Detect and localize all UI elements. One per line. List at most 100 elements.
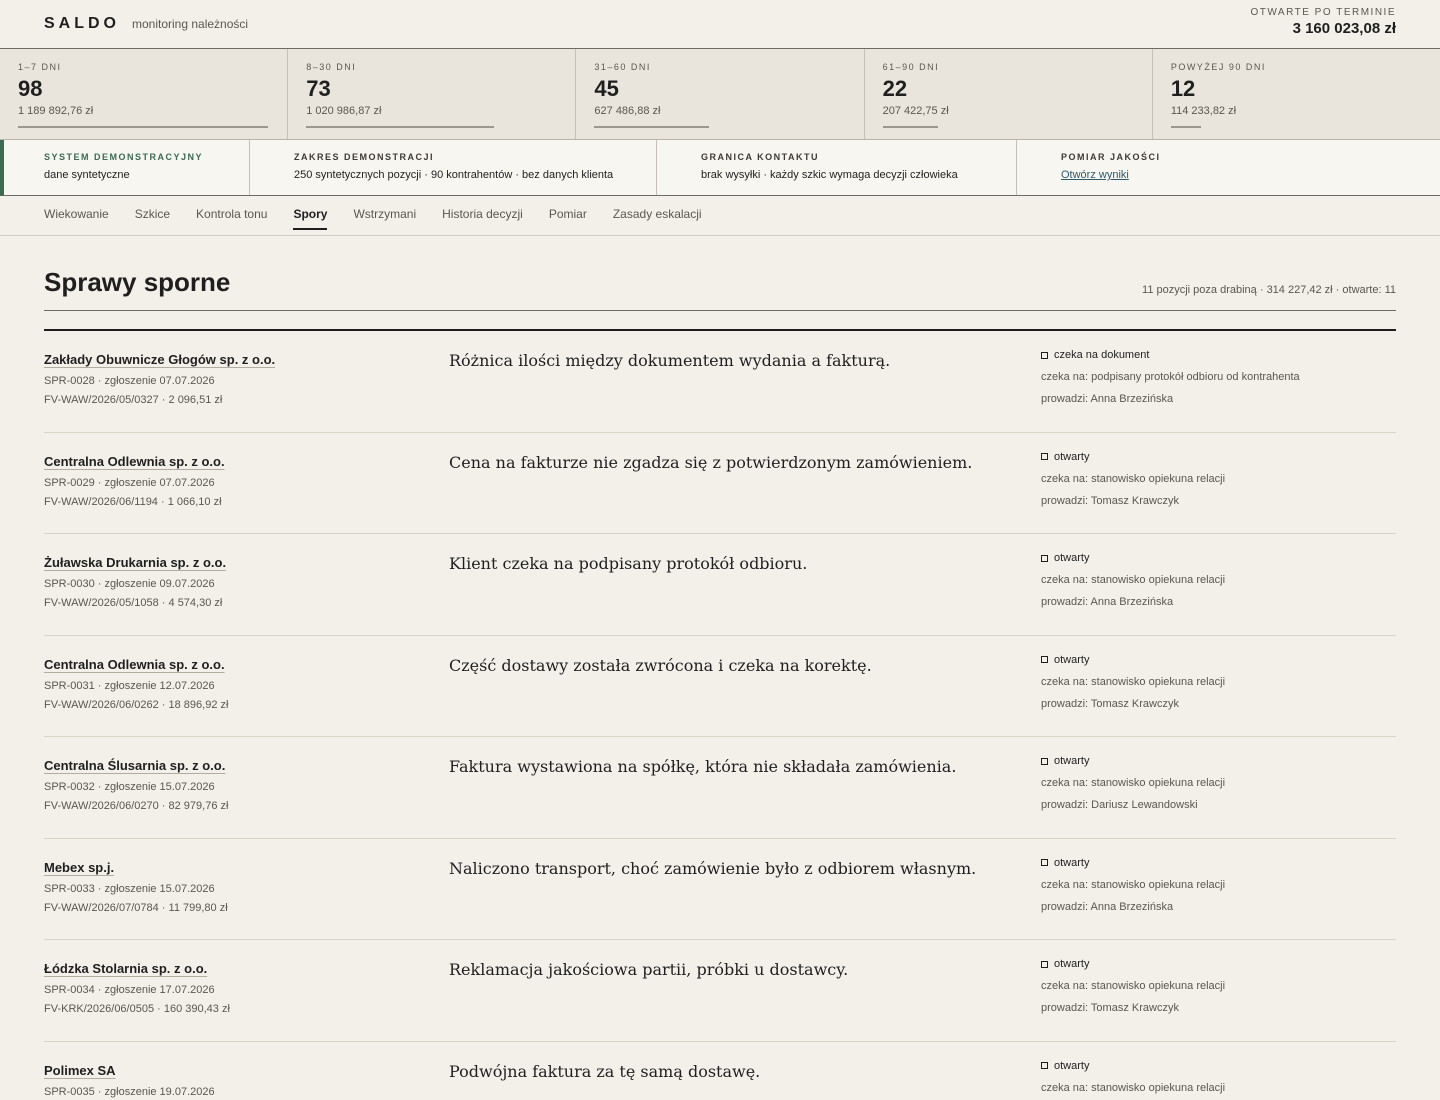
info-label: SYSTEM DEMONSTRACYJNY [44, 152, 204, 162]
status-square-icon [1041, 960, 1048, 968]
tab-kontrola-tonu[interactable]: Kontrola tonu [196, 196, 267, 230]
bucket-8-30[interactable]: 8–30 DNI 73 1 020 986,87 zł [288, 49, 577, 139]
case-company-link[interactable]: Łódzka Stolarnia sp. z o.o. [44, 961, 207, 976]
tab-historia-decyzji[interactable]: Historia decyzji [442, 196, 523, 230]
page-title: Sprawy sporne [44, 267, 231, 297]
info-label: GRANICA KONTAKTU [701, 152, 819, 162]
tab-pomiar[interactable]: Pomiar [549, 196, 587, 230]
bucket-61-90[interactable]: 61–90 DNI 22 207 422,75 zł [865, 49, 1153, 139]
case-status: otwarty [1041, 654, 1401, 666]
case-meta: SPR-0029 · zgłoszenie 07.07.2026 [44, 476, 215, 489]
case-status: otwarty [1041, 755, 1401, 767]
status-square-icon [1041, 757, 1048, 765]
case-invoice: FV-WAW/2026/05/1058 · 4 574,30 zł [44, 597, 223, 609]
case-status-label: otwarty [1054, 653, 1090, 666]
bucket-over-90[interactable]: POWYŻEJ 90 DNI 12 114 233,82 zł [1153, 49, 1440, 139]
case-meta: SPR-0032 · zgłoszenie 15.07.2026 [44, 781, 215, 793]
case-waits: czeka na: stanowisko opiekuna relacji [1041, 472, 1226, 485]
case-info: Centralna Odlewnia sp. z o.o. SPR-0031 ·… [44, 656, 424, 711]
case-description: Część dostawy została zwrócona i czeka n… [449, 655, 872, 675]
case-status-label: otwarty [1054, 552, 1090, 564]
case-company-link[interactable]: Mebex sp.j. [44, 860, 114, 875]
case-info: Łódzka Stolarnia sp. z o.o. SPR-0034 · z… [44, 960, 424, 1015]
case-row: Polimex SA SPR-0035 · zgłoszenie 19.07.2… [44, 1042, 1396, 1100]
case-invoice: FV-WAW/2026/07/0784 · 11 799,80 zł [44, 901, 228, 914]
case-meta: SPR-0030 · zgłoszenie 09.07.2026 [44, 578, 215, 590]
bucket-bar [882, 126, 938, 128]
status-square-icon [1041, 1062, 1048, 1069]
case-info: Mebex sp.j. SPR-0033 · zgłoszenie 15.07.… [44, 859, 424, 914]
case-status-label: otwarty [1054, 755, 1090, 767]
case-meta: SPR-0035 · zgłoszenie 19.07.2026 [44, 1085, 215, 1098]
overdue-total: OTWARTE PO TERMINIE 3 160 023,08 zł [1250, 7, 1396, 37]
bucket-amount: 114 233,82 zł [1170, 105, 1237, 117]
top-bar: SALDO monitoring należności OTWARTE PO T… [0, 0, 1440, 49]
case-company-link[interactable]: Centralna Odlewnia sp. z o.o. [44, 454, 225, 469]
info-scope: ZAKRES DEMONSTRACJI 250 syntetycznych po… [250, 140, 657, 195]
case-company-link[interactable]: Zakłady Obuwnicze Głogów sp. z o.o. [44, 352, 275, 367]
aging-buckets: 1–7 DNI 98 1 189 892,76 zł 8–30 DNI 73 1… [0, 49, 1440, 140]
overdue-value: 3 160 023,08 zł [1292, 20, 1396, 37]
case-row: Łódzka Stolarnia sp. z o.o. SPR-0034 · z… [44, 940, 1396, 1042]
case-meta: SPR-0034 · zgłoszenie 17.07.2026 [44, 984, 215, 996]
case-owner: prowadzi: Anna Brzezińska [1041, 393, 1174, 405]
case-waits: czeka na: stanowisko opiekuna relacji [1041, 878, 1226, 891]
case-owner: prowadzi: Anna Brzezińska [1041, 596, 1174, 608]
brand-subtitle: monitoring należności [132, 17, 249, 31]
case-meta: SPR-0028 · zgłoszenie 07.07.2026 [44, 375, 215, 387]
case-owner: prowadzi: Dariusz Lewandowski [1041, 799, 1198, 811]
case-status-block: otwarty czeka na: stanowisko opiekuna re… [1041, 451, 1401, 507]
case-waits: czeka na: podpisany protokół odbioru od … [1041, 371, 1300, 383]
case-row: Centralna Odlewnia sp. z o.o. SPR-0031 ·… [44, 636, 1396, 737]
status-square-icon [1041, 656, 1048, 663]
case-status: otwarty [1041, 857, 1401, 869]
case-row: Centralna Odlewnia sp. z o.o. SPR-0029 ·… [44, 433, 1396, 534]
tab-wstrzymani[interactable]: Wstrzymani [353, 196, 416, 230]
bucket-amount: 1 020 986,87 zł [306, 105, 382, 117]
case-status-block: otwarty czeka na: stanowisko opiekuna re… [1041, 958, 1401, 1014]
info-contact: GRANICA KONTAKTU brak wysyłki · każdy sz… [657, 140, 1017, 195]
case-waits: czeka na: stanowisko opiekuna relacji [1041, 980, 1226, 992]
bucket-bar [1170, 126, 1201, 128]
info-quality: POMIAR JAKOŚCI Otwórz wyniki [1017, 140, 1440, 195]
tab-szkice[interactable]: Szkice [135, 196, 170, 230]
case-description: Reklamacja jakościowa partii, próbki u d… [449, 960, 849, 979]
bucket-label: POWYŻEJ 90 DNI [1170, 62, 1266, 72]
bucket-count: 22 [882, 76, 908, 101]
case-info: Zakłady Obuwnicze Głogów sp. z o.o. SPR-… [44, 351, 424, 406]
case-company-link[interactable]: Centralna Odlewnia sp. z o.o. [44, 657, 225, 672]
case-status-block: otwarty czeka na: stanowisko opiekuna re… [1041, 755, 1401, 811]
case-status-label: otwarty [1054, 1059, 1090, 1072]
bucket-bar [306, 126, 495, 128]
case-info: Żuławska Drukarnia sp. z o.o. SPR-0030 ·… [44, 554, 424, 609]
bucket-1-7[interactable]: 1–7 DNI 98 1 189 892,76 zł [0, 49, 289, 139]
case-status-label: otwarty [1054, 450, 1090, 463]
case-owner: prowadzi: Tomasz Krawczyk [1041, 1002, 1179, 1014]
case-owner: prowadzi: Tomasz Krawczyk [1041, 697, 1179, 710]
tab-spory[interactable]: Spory [293, 196, 328, 230]
info-value: 250 syntetycznych pozycji · 90 kontrahen… [294, 169, 614, 181]
main-content: Sprawy sporne 11 pozycji poza drabiną · … [0, 267, 1440, 1100]
case-description: Faktura wystawiona na spółkę, która nie … [449, 757, 957, 776]
status-square-icon [1041, 453, 1048, 460]
case-description: Cena na fakturze nie zgadza się z potwie… [449, 452, 973, 472]
info-value: dane syntetyczne [44, 169, 130, 181]
info-strip: SYSTEM DEMONSTRACYJNY dane syntetyczne Z… [0, 140, 1440, 196]
status-square-icon [1041, 554, 1048, 562]
case-company-link[interactable]: Polimex SA [44, 1063, 116, 1078]
status-square-icon [1041, 859, 1048, 866]
bucket-31-60[interactable]: 31–60 DNI 45 627 486,88 zł [576, 49, 865, 139]
case-invoice: FV-KRK/2026/06/0505 · 160 390,43 zł [44, 1003, 230, 1015]
case-invoice: FV-WAW/2026/06/1194 · 1 066,10 zł [44, 495, 222, 508]
case-company-link[interactable]: Żuławska Drukarnia sp. z o.o. [44, 555, 226, 570]
bucket-bar [18, 126, 268, 128]
case-owner: prowadzi: Anna Brzezińska [1041, 900, 1174, 913]
brand: SALDO monitoring należności [44, 15, 248, 33]
case-row: Zakłady Obuwnicze Głogów sp. z o.o. SPR-… [44, 331, 1396, 433]
tab-zasady-eskalacji[interactable]: Zasady eskalacji [613, 196, 702, 230]
open-results-link[interactable]: Otwórz wyniki [1061, 169, 1129, 181]
case-company-link[interactable]: Centralna Ślusarnia sp. z o.o. [44, 758, 225, 773]
bucket-label: 8–30 DNI [306, 62, 357, 72]
page-summary: 11 pozycji poza drabiną · 314 227,42 zł … [1142, 284, 1396, 296]
tab-wiekowanie[interactable]: Wiekowanie [44, 196, 109, 230]
